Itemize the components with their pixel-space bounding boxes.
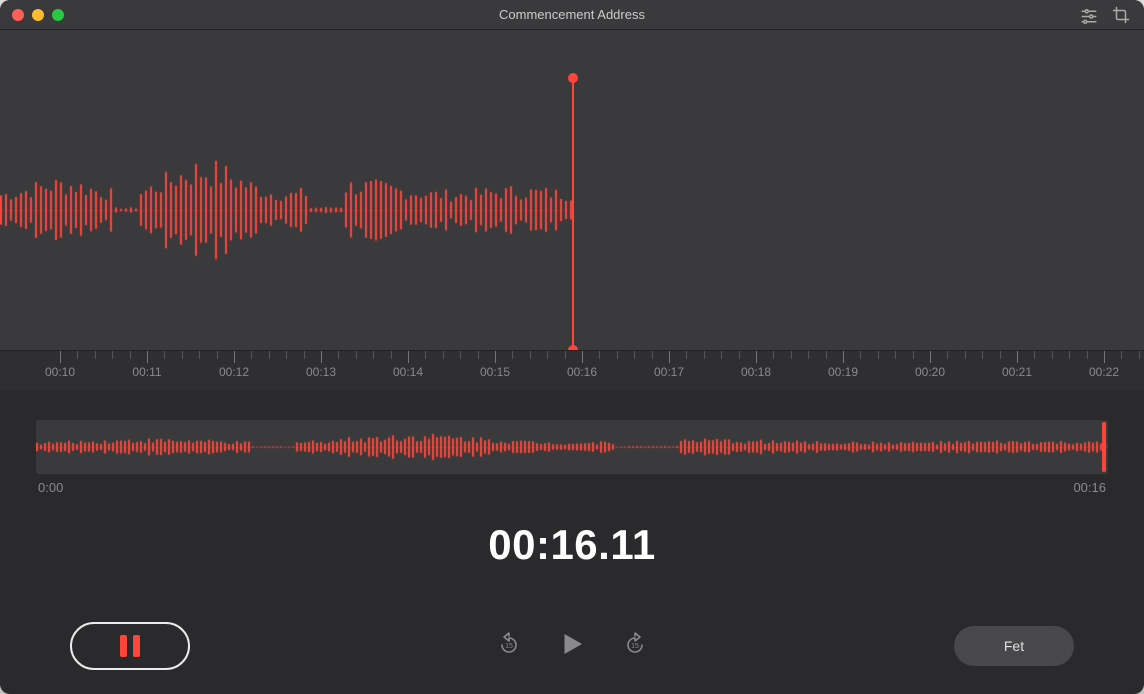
transport-controls: 15 15 Fet — [0, 622, 1144, 670]
ruler-label: 00:16 — [567, 365, 597, 379]
titlebar: Commencement Address — [0, 0, 1144, 30]
ruler-label: 00:20 — [915, 365, 945, 379]
elapsed-time-display: 00:16.11 — [0, 521, 1144, 569]
window-minimize-button[interactable] — [32, 9, 44, 21]
skip-forward-15-button[interactable]: 15 — [623, 632, 647, 661]
ruler-label: 00:15 — [480, 365, 510, 379]
pause-record-button[interactable] — [70, 622, 190, 670]
settings-sliders-icon[interactable] — [1080, 6, 1098, 24]
ruler-label: 00:13 — [306, 365, 336, 379]
ruler-label: 00:14 — [393, 365, 423, 379]
ruler-label: 00:19 — [828, 365, 858, 379]
overview-playhead[interactable] — [1102, 422, 1106, 472]
svg-text:15: 15 — [631, 643, 639, 650]
ruler-label: 00:18 — [741, 365, 771, 379]
waveform-main[interactable] — [0, 30, 1144, 350]
done-button-label: Fet — [1004, 638, 1024, 654]
timeline-ruler[interactable]: 00:10 00:11 00:12 00:13 00:14 00:15 00:16 00:17… — [0, 350, 1144, 390]
window-close-button[interactable] — [12, 9, 24, 21]
window-zoom-button[interactable] — [52, 9, 64, 21]
play-button[interactable] — [557, 629, 587, 664]
crop-icon[interactable] — [1112, 6, 1130, 24]
voice-memos-window: Commencement Address 00:1000:1100:1200:1… — [0, 0, 1144, 694]
ruler-label: 00:10 — [45, 365, 75, 379]
ruler-label: 00:17 — [654, 365, 684, 379]
overview-start-time: 0:00 — [38, 480, 63, 495]
ruler-label: 00:11 — [132, 365, 161, 379]
ruler-label: 00:22 — [1089, 365, 1119, 379]
window-title: Commencement Address — [0, 7, 1144, 22]
done-button[interactable]: Fet — [954, 626, 1074, 666]
overview-end-time: 00:16 — [1073, 480, 1106, 495]
ruler-label: 00:21 — [1002, 365, 1032, 379]
waveform-overview[interactable] — [36, 420, 1108, 474]
pause-icon — [120, 635, 140, 657]
svg-text:15: 15 — [505, 643, 513, 650]
ruler-label: 00:12 — [219, 365, 249, 379]
skip-back-15-button[interactable]: 15 — [497, 632, 521, 661]
playhead[interactable] — [572, 78, 574, 350]
